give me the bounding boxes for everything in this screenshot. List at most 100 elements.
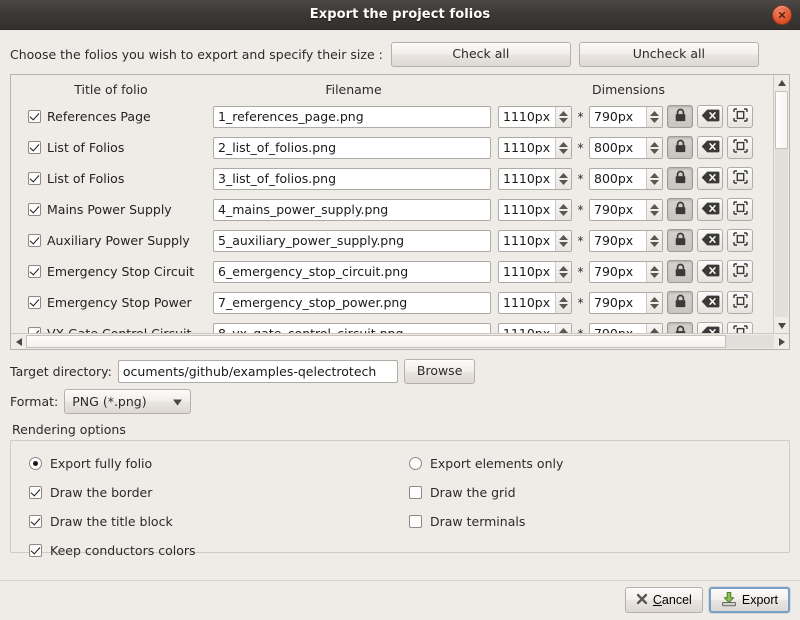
folio-checkbox[interactable] <box>28 203 41 216</box>
folio-width-spinbox[interactable]: 1110px <box>498 198 572 221</box>
rendering-option[interactable]: Draw the grid <box>409 478 563 507</box>
scroll-right-arrow-icon[interactable] <box>774 334 789 349</box>
lock-aspect-ratio-button[interactable] <box>667 105 693 128</box>
folio-height-spinbox[interactable]: 790px <box>589 291 663 314</box>
width-stepper-arrows-icon[interactable] <box>555 106 571 127</box>
width-stepper-arrows-icon[interactable] <box>555 137 571 158</box>
height-stepper-arrows-icon[interactable] <box>646 168 662 189</box>
scroll-down-arrow-icon[interactable] <box>774 318 789 333</box>
width-stepper-arrows-icon[interactable] <box>555 199 571 220</box>
reset-size-button[interactable] <box>697 322 723 333</box>
reset-size-button[interactable] <box>697 136 723 159</box>
rendering-option-radio[interactable] <box>409 457 422 470</box>
folio-filename-input[interactable] <box>213 167 491 190</box>
rendering-option-checkbox[interactable] <box>29 544 42 557</box>
reset-size-button[interactable] <box>697 105 723 128</box>
folio-height-spinbox[interactable]: 790px <box>589 198 663 221</box>
height-stepper-arrows-icon[interactable] <box>646 137 662 158</box>
fit-to-content-button[interactable] <box>727 322 753 333</box>
width-stepper-arrows-icon[interactable] <box>555 230 571 251</box>
height-stepper-arrows-icon[interactable] <box>646 230 662 251</box>
uncheck-all-button[interactable]: Uncheck all <box>578 41 759 67</box>
width-stepper-arrows-icon[interactable] <box>555 323 571 333</box>
folio-width-spinbox[interactable]: 1110px <box>498 291 572 314</box>
folio-width-spinbox[interactable]: 1110px <box>498 167 572 190</box>
fit-to-content-button[interactable] <box>727 105 753 128</box>
folio-checkbox[interactable] <box>28 141 41 154</box>
folio-filename-input[interactable] <box>213 105 491 128</box>
height-stepper-arrows-icon[interactable] <box>646 323 662 333</box>
folio-height-spinbox[interactable]: 800px <box>589 167 663 190</box>
width-stepper-arrows-icon[interactable] <box>555 261 571 282</box>
export-button[interactable]: Export <box>708 587 790 613</box>
rendering-option[interactable]: Draw the title block <box>29 507 196 536</box>
rendering-option-checkbox[interactable] <box>29 515 42 528</box>
fit-to-content-button[interactable] <box>727 260 753 283</box>
scroll-up-arrow-icon[interactable] <box>774 75 789 90</box>
lock-aspect-ratio-button[interactable] <box>667 198 693 221</box>
folio-filename-input[interactable] <box>213 322 491 333</box>
target-directory-input[interactable] <box>117 359 398 383</box>
folio-height-spinbox[interactable]: 790px <box>589 105 663 128</box>
folio-checkbox[interactable] <box>28 110 41 123</box>
folio-width-spinbox[interactable]: 1110px <box>498 136 572 159</box>
folio-checkbox[interactable] <box>28 296 41 309</box>
folio-filename-input[interactable] <box>213 291 491 314</box>
folio-width-spinbox[interactable]: 1110px <box>498 322 572 333</box>
fit-to-content-button[interactable] <box>727 136 753 159</box>
rendering-option-checkbox[interactable] <box>409 515 422 528</box>
reset-size-button[interactable] <box>697 167 723 190</box>
rendering-option[interactable]: Keep conductors colors <box>29 536 196 565</box>
vscrollbar-thumb[interactable] <box>775 91 788 149</box>
lock-aspect-ratio-button[interactable] <box>667 322 693 333</box>
height-stepper-arrows-icon[interactable] <box>646 292 662 313</box>
lock-aspect-ratio-button[interactable] <box>667 260 693 283</box>
reset-size-button[interactable] <box>697 229 723 252</box>
folio-height-spinbox[interactable]: 790px <box>589 260 663 283</box>
lock-aspect-ratio-button[interactable] <box>667 167 693 190</box>
height-stepper-arrows-icon[interactable] <box>646 261 662 282</box>
folio-width-spinbox[interactable]: 1110px <box>498 260 572 283</box>
rendering-option[interactable]: Draw the border <box>29 478 196 507</box>
reset-size-button[interactable] <box>697 291 723 314</box>
rendering-option[interactable]: Export elements only <box>409 449 563 478</box>
close-icon[interactable] <box>772 4 792 25</box>
rendering-option-checkbox[interactable] <box>409 486 422 499</box>
folio-height-spinbox[interactable]: 790px <box>589 229 663 252</box>
folio-checkbox[interactable] <box>28 265 41 278</box>
fit-to-content-button[interactable] <box>727 291 753 314</box>
reset-size-button[interactable] <box>697 198 723 221</box>
folio-height-spinbox[interactable]: 800px <box>589 136 663 159</box>
rendering-option-checkbox[interactable] <box>29 486 42 499</box>
cancel-button[interactable]: Cancel <box>624 587 703 613</box>
fit-to-content-button[interactable] <box>727 229 753 252</box>
fit-to-content-button[interactable] <box>727 167 753 190</box>
folio-filename-input[interactable] <box>213 198 491 221</box>
lock-aspect-ratio-button[interactable] <box>667 229 693 252</box>
rendering-option[interactable]: Export fully folio <box>29 449 196 478</box>
table-horizontal-scrollbar[interactable] <box>11 333 789 349</box>
rendering-option-radio[interactable] <box>29 457 42 470</box>
height-stepper-arrows-icon[interactable] <box>646 106 662 127</box>
hscrollbar-thumb[interactable] <box>26 335 726 348</box>
folio-filename-input[interactable] <box>213 136 491 159</box>
folio-width-spinbox[interactable]: 1110px <box>498 229 572 252</box>
table-vertical-scrollbar[interactable] <box>773 75 789 333</box>
lock-aspect-ratio-button[interactable] <box>667 291 693 314</box>
folio-checkbox[interactable] <box>28 172 41 185</box>
width-stepper-arrows-icon[interactable] <box>555 292 571 313</box>
reset-size-button[interactable] <box>697 260 723 283</box>
lock-aspect-ratio-button[interactable] <box>667 136 693 159</box>
height-stepper-arrows-icon[interactable] <box>646 199 662 220</box>
folio-checkbox[interactable] <box>28 234 41 247</box>
folio-width-spinbox[interactable]: 1110px <box>498 105 572 128</box>
width-stepper-arrows-icon[interactable] <box>555 168 571 189</box>
browse-button[interactable]: Browse <box>403 358 476 384</box>
rendering-option[interactable]: Draw terminals <box>409 507 563 536</box>
scroll-left-arrow-icon[interactable] <box>11 334 26 349</box>
folio-filename-input[interactable] <box>213 260 491 283</box>
check-all-button[interactable]: Check all <box>390 41 571 67</box>
folio-filename-input[interactable] <box>213 229 491 252</box>
format-select[interactable]: PNG (*.png) <box>64 388 192 414</box>
fit-to-content-button[interactable] <box>727 198 753 221</box>
